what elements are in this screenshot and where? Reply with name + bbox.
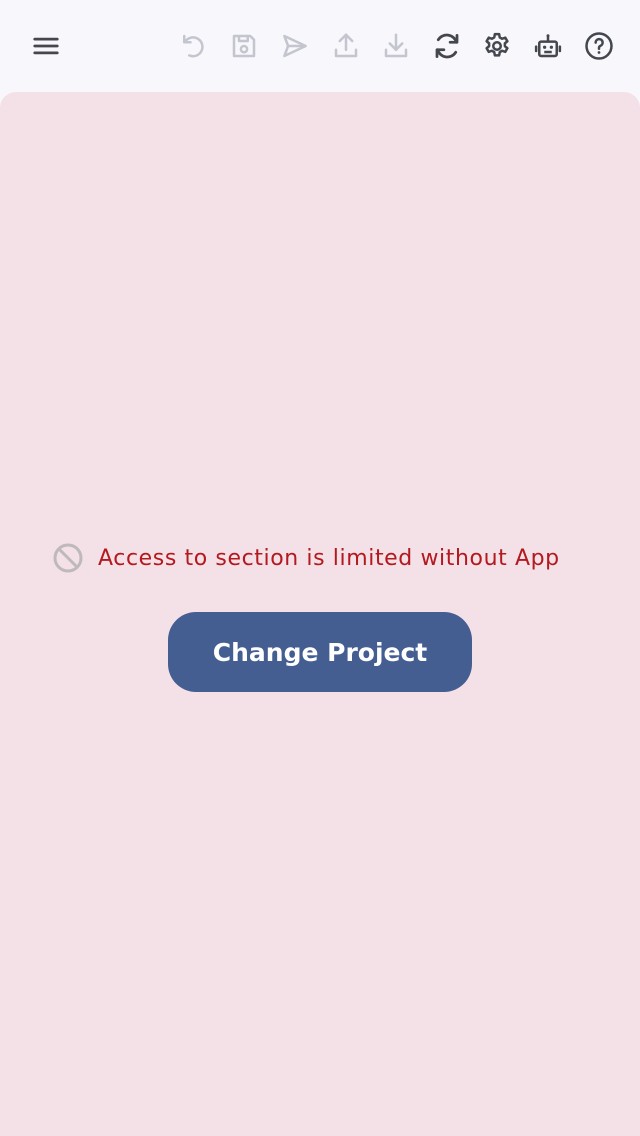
send-icon[interactable] xyxy=(278,29,312,63)
blocked-icon xyxy=(52,542,84,574)
change-project-button[interactable]: Change Project xyxy=(168,612,472,692)
refresh-icon[interactable] xyxy=(430,29,464,63)
access-limited-message: Access to section is limited without App xyxy=(98,545,560,571)
download-icon[interactable] xyxy=(379,29,413,63)
hamburger-menu-icon[interactable] xyxy=(29,29,63,63)
top-toolbar xyxy=(0,0,640,92)
upload-icon[interactable] xyxy=(329,29,363,63)
save-icon[interactable] xyxy=(227,29,261,63)
robot-icon[interactable] xyxy=(531,29,565,63)
help-icon[interactable] xyxy=(582,29,616,63)
undo-icon[interactable] xyxy=(176,29,210,63)
access-limited-notice: Access to section is limited without App xyxy=(52,538,560,578)
settings-gear-icon[interactable] xyxy=(480,29,514,63)
